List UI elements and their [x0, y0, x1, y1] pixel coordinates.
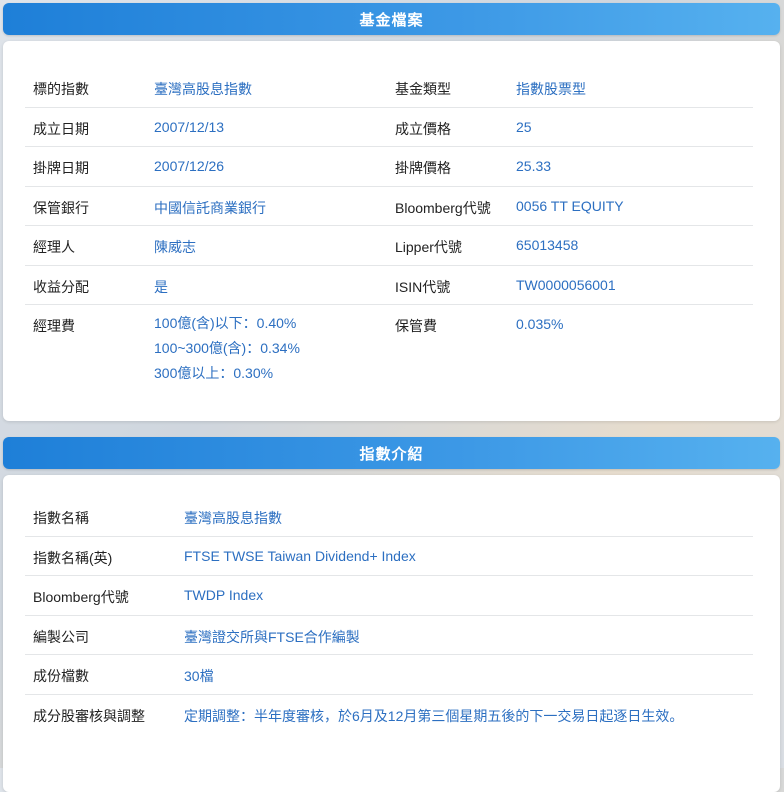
row-value: 陳威志 [154, 239, 196, 255]
fund-profile-section: 基金檔案 標的指數 臺灣高股息指數 基金類型 指數股票型 成立日期 2007/1… [3, 3, 780, 421]
management-fee-values: 100億(含)以下：0.40% 100~300億(含)：0.34% 300億以上… [154, 305, 395, 386]
row-label: 標的指數 [33, 81, 89, 97]
row-value: 2007/12/13 [154, 118, 225, 135]
custody-fee-label: 保管費 [395, 318, 437, 334]
row-label: 指數名稱(英) [33, 549, 113, 566]
fund-profile-row: 掛牌日期 2007/12/26 掛牌價格 25.33 [25, 147, 753, 187]
index-intro-row: 成份檔數 30檔 [25, 655, 753, 695]
row-label: 掛牌日期 [33, 160, 89, 176]
index-intro-row: 編製公司 臺灣證交所與FTSE合作編製 [25, 616, 753, 655]
row-value: 30檔 [184, 668, 214, 684]
row-value: 25 [516, 118, 532, 135]
custody-fee-value: 0.035% [516, 316, 564, 332]
row-label: Bloomberg代號 [395, 199, 491, 216]
row-label: 保管銀行 [33, 199, 89, 216]
index-intro-row: 成分股審核與調整 定期調整：半年度審核，於6月及12月第三個星期五後的下一交易日… [25, 695, 753, 726]
row-value: FTSE TWSE Taiwan Dividend+ Index [184, 547, 416, 564]
index-intro-header: 指數介紹 [3, 437, 780, 469]
row-value: 25.33 [516, 158, 552, 174]
row-label: Lipper代號 [395, 239, 462, 255]
row-label: 成立價格 [395, 120, 451, 137]
row-label: ISIN代號 [395, 278, 451, 295]
fund-profile-row: 經理人 陳威志 Lipper代號 65013458 [25, 226, 753, 266]
row-value: 臺灣高股息指數 [154, 81, 252, 97]
row-label: 成分股審核與調整 [33, 707, 145, 724]
fund-profile-row: 收益分配 是 ISIN代號 TW0000056001 [25, 266, 753, 305]
row-value: 2007/12/26 [154, 158, 225, 174]
row-value: 0056 TT EQUITY [516, 197, 624, 214]
row-value: TWDP Index [184, 587, 264, 603]
row-value: 中國信託商業銀行 [154, 199, 266, 216]
row-value: 臺灣高股息指數 [184, 510, 282, 526]
row-label: 編製公司 [33, 628, 89, 645]
row-value: 是 [154, 278, 168, 295]
fee-tier-line: 300億以上：0.30% [154, 365, 274, 381]
row-value: 65013458 [516, 237, 579, 253]
row-label: 成立日期 [33, 120, 89, 137]
index-intro-row: 指數名稱(英) FTSE TWSE Taiwan Dividend+ Index [25, 537, 753, 576]
fee-tier-line: 100億(含)以下：0.40% [154, 315, 297, 331]
fund-profile-header: 基金檔案 [3, 3, 780, 35]
index-intro-card: 指數名稱 臺灣高股息指數 指數名稱(英) FTSE TWSE Taiwan Di… [3, 475, 780, 792]
row-label: 掛牌價格 [395, 160, 451, 176]
row-label: 成份檔數 [33, 668, 89, 684]
fund-profile-card: 標的指數 臺灣高股息指數 基金類型 指數股票型 成立日期 2007/12/13 … [3, 41, 780, 421]
index-intro-section: 指數介紹 指數名稱 臺灣高股息指數 指數名稱(英) FTSE TWSE Taiw… [3, 437, 780, 792]
index-intro-row: Bloomberg代號 TWDP Index [25, 576, 753, 616]
row-label: 指數名稱 [33, 510, 89, 526]
management-fee-label: 經理費 [33, 318, 75, 334]
row-value: TW0000056001 [516, 276, 616, 293]
row-label: 收益分配 [33, 278, 89, 295]
row-value: 指數股票型 [516, 81, 586, 97]
row-value: 臺灣證交所與FTSE合作編製 [184, 628, 360, 645]
fund-profile-row: 保管銀行 中國信託商業銀行 Bloomberg代號 0056 TT EQUITY [25, 187, 753, 226]
row-value: 定期調整：半年度審核，於6月及12月第三個星期五後的下一交易日起逐日生效。 [184, 707, 684, 724]
fund-profile-row: 成立日期 2007/12/13 成立價格 25 [25, 108, 753, 147]
row-label: 基金類型 [395, 81, 451, 97]
fee-row: 經理費 100億(含)以下：0.40% 100~300億(含)：0.34% 30… [25, 305, 753, 386]
index-intro-row: 指數名稱 臺灣高股息指數 [25, 497, 753, 537]
row-label: 經理人 [33, 239, 75, 255]
fee-tier-line: 100~300億(含)：0.34% [154, 340, 300, 356]
row-label: Bloomberg代號 [33, 589, 129, 605]
fund-profile-row: 標的指數 臺灣高股息指數 基金類型 指數股票型 [25, 68, 753, 108]
